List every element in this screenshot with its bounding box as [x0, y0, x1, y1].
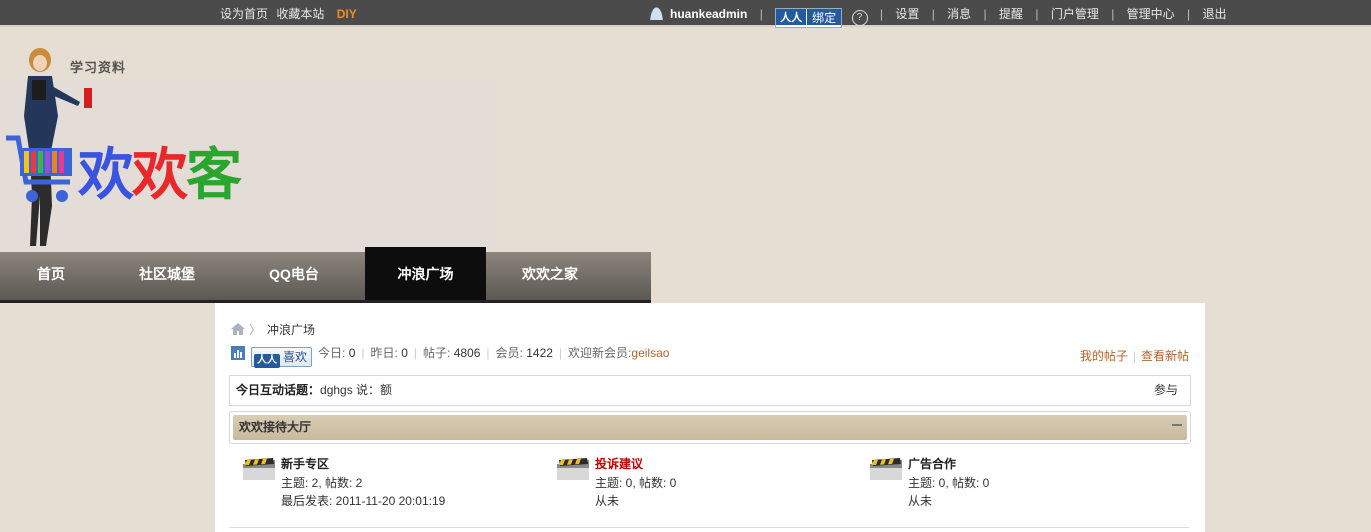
newest-member-link[interactable]: geilsao: [631, 346, 669, 360]
chevron-right-icon: 〉: [249, 323, 262, 337]
quick-links: 设为首页 收藏本站 DIY: [220, 5, 362, 22]
portal-admin-link[interactable]: 门户管理: [1051, 7, 1099, 21]
like-label: 喜欢: [283, 350, 308, 364]
divider: [229, 527, 1189, 528]
forum-last-post: 从未: [595, 494, 620, 508]
forum-folder-icon[interactable]: [868, 458, 904, 482]
forum-item: 新手专区 主题: 2, 帖数: 2 最后发表: 2011-11-20 20:01…: [241, 455, 541, 515]
shopping-cart-icon: [6, 135, 72, 202]
members-count: 1422: [526, 346, 553, 360]
forum-stats-text: 主题: 0, 帖数: 0: [595, 476, 677, 490]
user-icon: [650, 7, 663, 20]
forum-last-post: 从未: [908, 494, 933, 508]
forum-folder-icon[interactable]: [555, 458, 591, 482]
diy-link[interactable]: DIY: [337, 7, 357, 21]
settings-link[interactable]: 设置: [895, 7, 919, 21]
post-links: 我的帖子 | 查看新帖: [1079, 349, 1189, 363]
forum-stats-text: 主题: 2, 帖数: 2: [281, 476, 363, 490]
forum-last-post[interactable]: 最后发表: 2011-11-20 20:01:19: [281, 492, 445, 509]
today-count: 0: [348, 346, 356, 360]
messages-link[interactable]: 消息: [947, 7, 971, 21]
help-icon[interactable]: ?: [851, 10, 868, 26]
home-icon[interactable]: [231, 323, 245, 335]
join-topic-link[interactable]: 参与: [1154, 376, 1178, 405]
nav-item-surf-plaza[interactable]: 冲浪广场: [365, 247, 486, 300]
forum-name-link[interactable]: 投诉建议: [595, 455, 643, 472]
set-homepage-link[interactable]: 设为首页: [220, 7, 268, 21]
category-title[interactable]: 欢欢接待大厅: [239, 420, 311, 434]
daily-topic-label: 今日互动话题：: [236, 383, 321, 397]
daily-topic-value[interactable]: dghgs 说：额: [320, 383, 392, 397]
forum-name-link[interactable]: 新手专区: [281, 455, 329, 472]
nav-item-home[interactable]: 首页: [0, 252, 102, 300]
forum-name-link[interactable]: 广告合作: [908, 455, 956, 472]
renren-logo-icon: 人人: [254, 354, 280, 368]
brand-char-1: 欢: [78, 143, 134, 206]
nav-item-huanhuan-home[interactable]: 欢欢之家: [486, 252, 614, 300]
user-menu: huankeadmin | 人人 绑定 ? | 设置 | 消息 | 提醒 | 门户…: [650, 5, 1227, 28]
new-posts-link[interactable]: 查看新帖: [1141, 349, 1189, 363]
nav-item-qq-radio[interactable]: QQ电台: [232, 252, 356, 300]
breadcrumb: 〉冲浪广场: [231, 321, 315, 338]
bind-label: 绑定: [806, 9, 842, 25]
forum-stats: 人人 喜欢 今日: 0 | 昨日: 0 | 帖子: 4806 | 会员: 1422 | 欢迎新会员:…: [231, 344, 1189, 368]
yesterday-count: 0: [401, 346, 408, 360]
category-block: 欢欢接待大厅: [229, 411, 1191, 444]
renren-logo-icon: 人人: [776, 9, 807, 25]
admin-center-link[interactable]: 管理中心: [1127, 7, 1175, 21]
site-logo[interactable]: 欢欢客: [78, 140, 242, 210]
collapse-icon[interactable]: [1172, 424, 1182, 426]
logout-link[interactable]: 退出: [1202, 7, 1226, 21]
posts-count: 4806: [453, 346, 481, 360]
my-posts-link[interactable]: 我的帖子: [1080, 349, 1128, 363]
renren-bind-button[interactable]: 人人 绑定: [775, 8, 843, 28]
brand-char-2: 欢: [132, 143, 188, 206]
daily-topic-bar: 今日互动话题：dghgs 说：额 参与: [229, 375, 1191, 406]
category-header: 欢欢接待大厅: [233, 415, 1187, 440]
nav-item-community[interactable]: 社区城堡: [102, 252, 232, 300]
forum-item: 投诉建议 主题: 0, 帖数: 0 从未: [555, 455, 855, 515]
brand-char-3: 客: [186, 143, 242, 206]
breadcrumb-current[interactable]: 冲浪广场: [267, 323, 315, 337]
top-toolbar: 设为首页 收藏本站 DIY huankeadmin | 人人 绑定 ? | 设置 …: [0, 0, 1371, 28]
username-link[interactable]: huankeadmin: [670, 7, 747, 21]
main-nav: 首页 社区城堡 QQ电台 冲浪广场 欢欢之家: [0, 247, 651, 303]
bookmark-site-link[interactable]: 收藏本站: [276, 7, 324, 21]
stats-chart-icon[interactable]: [231, 346, 245, 360]
forum-stats-text: 主题: 0, 帖数: 0: [908, 476, 990, 490]
renren-like-button[interactable]: 人人 喜欢: [251, 347, 313, 368]
forum-folder-icon[interactable]: [241, 458, 277, 482]
reminders-link[interactable]: 提醒: [999, 7, 1023, 21]
main-content: 〉冲浪广场 人人 喜欢 今日: 0 | 昨日: 0 | 帖子: 4806 | 会员: 1422 |…: [215, 303, 1205, 532]
forum-item: 广告合作 主题: 0, 帖数: 0 从未: [868, 455, 1168, 515]
